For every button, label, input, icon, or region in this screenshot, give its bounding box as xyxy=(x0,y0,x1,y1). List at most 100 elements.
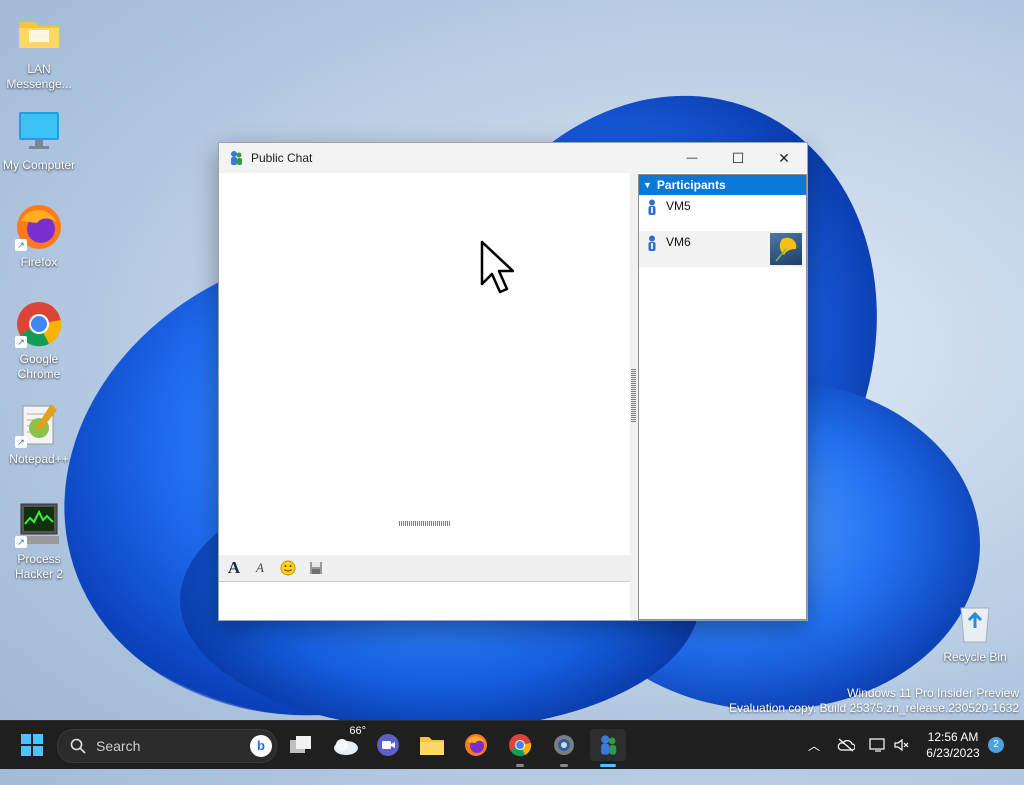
search-icon xyxy=(70,738,86,754)
start-button[interactable] xyxy=(16,729,48,761)
clock[interactable]: 12:56 AM 6/23/2023 xyxy=(918,729,988,761)
user-icon xyxy=(648,235,656,251)
speaker-muted-icon xyxy=(894,738,909,752)
chat-history[interactable] xyxy=(219,173,630,549)
chrome-icon: ↗ xyxy=(15,300,63,348)
participant-item[interactable]: VM5 xyxy=(639,195,806,231)
participants-header-label: Participants xyxy=(656,178,726,192)
participants-panel: ▼ Participants VM5 VM6 xyxy=(638,174,807,620)
bing-icon: b xyxy=(250,735,272,757)
font-style-button[interactable]: A xyxy=(249,557,271,579)
clock-time: 12:56 AM xyxy=(927,730,979,744)
onedrive-button[interactable] xyxy=(834,721,858,769)
maximize-icon: ☐ xyxy=(731,149,745,166)
monitor-icon xyxy=(15,106,63,154)
desktop-icon-label: Google Chrome xyxy=(17,352,61,381)
message-input[interactable] xyxy=(219,582,630,619)
watermark-line: Evaluation copy. Build 25375.zn_release.… xyxy=(729,701,1019,715)
minimize-button[interactable]: — xyxy=(669,143,715,173)
close-button[interactable]: ✕ xyxy=(761,143,807,173)
save-icon xyxy=(310,562,322,574)
lan-messenger-icon xyxy=(229,150,243,166)
network-button[interactable] xyxy=(866,721,890,769)
desktop-icon-notepad-plus-plus[interactable]: ↗ Notepad++ xyxy=(0,400,78,467)
message-toolbar: A A xyxy=(219,555,630,582)
desktop-icon-label: Process Hacker 2 xyxy=(14,552,64,581)
shortcut-arrow-icon: ↗ xyxy=(15,336,27,348)
shortcut-arrow-icon: ↗ xyxy=(15,239,27,251)
participant-name: VM6 xyxy=(666,235,691,249)
save-button[interactable] xyxy=(305,557,327,579)
shortcut-arrow-icon: ↗ xyxy=(15,436,27,448)
running-indicator xyxy=(516,764,524,767)
firefox-icon xyxy=(465,734,487,756)
participant-item[interactable]: VM6 xyxy=(639,231,806,267)
file-explorer-button[interactable] xyxy=(416,729,448,761)
font-icon: A xyxy=(227,558,241,577)
gear-icon xyxy=(554,735,574,755)
lan-messenger-taskbar-button[interactable] xyxy=(590,729,626,761)
desktop-icon-my-computer[interactable]: My Computer xyxy=(0,106,78,173)
collapse-arrow-icon: ▼ xyxy=(643,180,652,190)
taskbar: Search b 66° ︿ 12:56 AM 6/23/2023 2 xyxy=(0,720,1024,769)
title-bar[interactable]: Public Chat — ☐ ✕ xyxy=(219,143,807,173)
desktop-icon-recycle-bin[interactable]: Recycle Bin xyxy=(936,598,1014,665)
chrome-taskbar-button[interactable] xyxy=(504,729,536,761)
font-style-icon: A xyxy=(256,560,264,575)
video-camera-icon xyxy=(377,734,399,756)
meet-button[interactable] xyxy=(372,729,404,761)
horizontal-splitter-grip[interactable] xyxy=(399,521,451,526)
desktop-icon-label: Firefox xyxy=(20,255,58,269)
cloud-offline-icon xyxy=(837,738,855,752)
maximize-button[interactable]: ☐ xyxy=(715,143,761,173)
shortcut-arrow-icon: ↗ xyxy=(15,536,27,548)
weather-widget-button[interactable]: 66° xyxy=(330,725,366,761)
close-icon: ✕ xyxy=(778,149,790,166)
minimize-icon: — xyxy=(686,152,698,164)
taskbar-search[interactable]: Search b xyxy=(57,729,277,763)
font-button[interactable]: A xyxy=(223,557,245,579)
desktop-icon-lan-messenger[interactable]: LAN Messenge... xyxy=(0,10,78,92)
desktop-icon-label: Notepad++ xyxy=(9,452,69,466)
settings-taskbar-button[interactable] xyxy=(548,729,580,761)
public-chat-window: Public Chat — ☐ ✕ A A ▼ Participants VM5 xyxy=(218,142,808,621)
volume-button[interactable] xyxy=(890,721,914,769)
window-title: Public Chat xyxy=(251,151,313,165)
chrome-icon xyxy=(509,734,532,757)
emoticon-button[interactable] xyxy=(277,557,299,579)
process-hacker-icon: ↗ xyxy=(15,500,63,548)
notepad-plus-plus-icon: ↗ xyxy=(15,400,63,448)
firefox-taskbar-button[interactable] xyxy=(460,729,492,761)
desktop-icon-label: My Computer xyxy=(2,158,76,172)
desktop-icon-google-chrome[interactable]: ↗ Google Chrome xyxy=(0,300,78,382)
folder-icon xyxy=(420,737,444,755)
vertical-splitter-grip[interactable] xyxy=(631,369,636,423)
participants-header[interactable]: ▼ Participants xyxy=(639,175,806,195)
desktop-icon-firefox[interactable]: ↗ Firefox xyxy=(0,203,78,270)
user-icon xyxy=(648,199,656,215)
lan-messenger-icon xyxy=(601,735,617,755)
participant-name: VM5 xyxy=(666,199,691,213)
task-view-button[interactable] xyxy=(285,729,317,761)
recycle-bin-icon xyxy=(951,598,999,646)
notification-badge[interactable]: 2 xyxy=(988,737,1004,753)
running-indicator xyxy=(560,764,568,767)
chevron-up-icon: ︿ xyxy=(807,738,820,753)
folder-icon xyxy=(15,10,63,58)
smiley-icon xyxy=(280,560,296,576)
search-placeholder: Search xyxy=(96,738,141,754)
firefox-icon: ↗ xyxy=(15,203,63,251)
active-indicator xyxy=(600,764,616,767)
desktop-icon-label: LAN Messenge... xyxy=(6,62,72,91)
participant-avatar xyxy=(770,233,802,265)
show-hidden-icons-button[interactable]: ︿ xyxy=(802,721,826,769)
watermark-line: Windows 11 Pro Insider Preview xyxy=(847,686,1019,700)
desktop-icon-label: Recycle Bin xyxy=(943,650,1007,664)
network-icon xyxy=(869,738,885,752)
clock-date: 6/23/2023 xyxy=(926,746,980,760)
weather-cloud-icon xyxy=(334,739,358,755)
task-view-icon xyxy=(290,736,311,753)
weather-temp: 66° xyxy=(349,725,366,737)
desktop-icon-process-hacker[interactable]: ↗ Process Hacker 2 xyxy=(0,500,78,582)
windows-logo-icon xyxy=(21,734,43,756)
